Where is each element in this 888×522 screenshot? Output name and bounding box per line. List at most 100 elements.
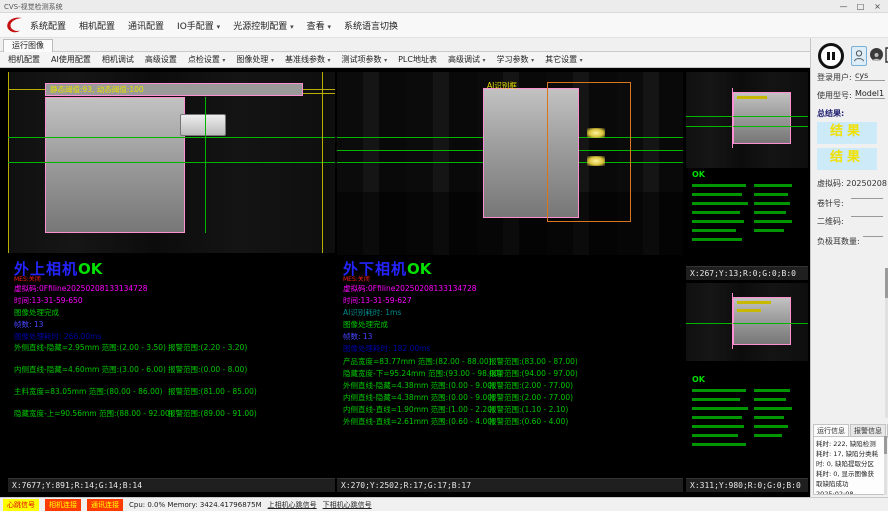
tool-baseline-params[interactable]: 基准线参数 ▾	[285, 54, 331, 65]
result-ok-label: OK	[407, 260, 431, 278]
overlay-line	[205, 97, 206, 233]
measure-row: 产品宽度=83.77mm 范围:(82.00 - 88.00)	[343, 356, 492, 367]
text-line	[692, 211, 740, 214]
camera-view-lower[interactable]: AI识别框 外下相机OK MES:关闭 虚拟码:0Ffiline20250208…	[337, 72, 683, 492]
overlay-line	[686, 126, 808, 127]
tool-test-params[interactable]: 测试项参数 ▾	[342, 54, 388, 65]
text-line	[692, 398, 740, 401]
overlay-line	[322, 72, 323, 253]
overlay-line	[300, 93, 335, 94]
tab-row: 运行图像	[0, 38, 888, 52]
alarm-range: 报警范围:(0.60 - 4.00)	[489, 416, 568, 427]
tool-camera-config[interactable]: 相机配置	[8, 54, 40, 65]
pause-icon	[827, 52, 830, 60]
camera-connect-badge: 相机连接	[45, 499, 81, 511]
highlight-spot	[587, 156, 605, 166]
text-line	[692, 229, 736, 232]
model-label: 使用型号:	[817, 90, 852, 101]
text-line	[692, 220, 744, 223]
text-line	[692, 389, 746, 392]
ai-box-label: AI识别框	[487, 80, 517, 91]
lower-camera-image[interactable]: AI识别框	[337, 72, 683, 255]
menu-io-config[interactable]: IO手配置 ▾	[177, 19, 220, 32]
measure-row: 外侧直线-隐藏=4.38mm 范围:(0.00 - 9.00)	[343, 380, 495, 391]
scrollbar-thumb[interactable]	[884, 436, 887, 454]
tool-advanced-debug[interactable]: 高级调试 ▾	[448, 54, 486, 65]
virtual-code: 虚拟码:0Ffiline20250208133134728	[343, 283, 477, 294]
menu-comm-config[interactable]: 通讯配置	[128, 19, 164, 32]
text-line	[754, 211, 786, 214]
menu-language-switch[interactable]: 系统语言切换	[344, 19, 398, 32]
result-ok-label: OK	[78, 260, 102, 278]
process-status: 图像处理完成	[14, 307, 59, 318]
text-line	[754, 229, 784, 232]
minimize-icon[interactable]: —	[835, 0, 852, 13]
result-badge-upper: 结果	[817, 122, 877, 144]
tool-other-settings[interactable]: 其它设置 ▾	[545, 54, 583, 65]
process-elapsed: 图像处理耗时: 182.00ms	[343, 343, 430, 354]
run-info-log[interactable]: 耗时: 222, 缺陷检测耗时: 17, 缺陷分类耗时: 0, 缺陷提取分区耗时…	[813, 436, 885, 495]
pixel-coords-readout: X:267;Y:13;R:0;G:0;B:0	[686, 266, 808, 280]
maximize-icon[interactable]: □	[852, 0, 869, 13]
alarm-range: 报警范围:(0.00 - 8.00)	[168, 364, 247, 375]
overlay-text-mark	[737, 309, 761, 312]
text-line	[692, 184, 746, 187]
user-avatar-button[interactable]	[870, 48, 883, 61]
text-line	[754, 407, 792, 410]
pause-icon	[832, 52, 835, 60]
text-line	[754, 202, 790, 205]
process-elapsed: 图像处理耗时: 266.00ms	[14, 331, 101, 342]
highlight-spot	[587, 128, 605, 138]
connector-part	[180, 114, 226, 136]
tab-run-image[interactable]: 运行图像	[3, 39, 53, 52]
overlay-line	[8, 137, 335, 138]
menu-camera-config[interactable]: 相机配置	[79, 19, 115, 32]
camera-view-upper[interactable]: 静态阈值:93, 动态阈值:100 外上相机OK MES:关闭 虚拟码:0Ffi…	[8, 72, 335, 492]
qr-code-value[interactable]	[851, 216, 883, 217]
needle-number-value[interactable]	[851, 198, 883, 199]
close-icon[interactable]: ×	[869, 0, 886, 13]
exit-door-icon	[884, 46, 888, 64]
app-window: CVS-视觉检测系统 — □ × 系统配置 相机配置 通讯配置 IO手配置 ▾ …	[0, 0, 888, 522]
login-user-value[interactable]: cys	[855, 71, 885, 81]
text-line	[754, 389, 790, 392]
upper-camera-image[interactable]: 静态阈值:93, 动态阈值:100	[8, 72, 335, 253]
camera-view-small-top[interactable]: OK X:267;Y:13;R:0;G:0;B:0	[686, 72, 808, 280]
needle-number-label: 卷针号:	[817, 198, 844, 209]
login-user-label: 登录用户:	[817, 72, 852, 83]
alarm-range: 报警范围:(2.20 - 3.20)	[168, 342, 247, 353]
alarm-range: 报警范围:(2.00 - 77.00)	[489, 392, 573, 403]
menu-system-config[interactable]: 系统配置	[30, 19, 66, 32]
text-line	[754, 220, 792, 223]
tool-camera-debug[interactable]: 相机调试	[102, 54, 134, 65]
user-login-button[interactable]	[851, 46, 867, 66]
text-line	[692, 425, 744, 428]
tool-ai-config[interactable]: AI使用配置	[51, 54, 91, 65]
log-scrollbar[interactable]	[884, 436, 887, 495]
tool-plc-address[interactable]: PLC地址表	[398, 54, 437, 65]
main-area: 静态阈值:93, 动态阈值:100 外上相机OK MES:关闭 虚拟码:0Ffi…	[0, 68, 888, 497]
overlay-line	[686, 116, 808, 117]
menu-view[interactable]: 查看 ▾	[307, 19, 331, 32]
menu-light-config[interactable]: 光源控制配置 ▾	[233, 19, 293, 32]
model-value[interactable]: Model1	[855, 89, 885, 99]
measure-row: 内侧直线-隐藏=4.38mm 范围:(0.00 - 9.00)	[343, 392, 495, 403]
logout-button[interactable]	[884, 46, 888, 64]
alarm-range: 报警范围:(2.00 - 77.00)	[489, 380, 573, 391]
small-bottom-image[interactable]	[686, 283, 808, 361]
tool-image-processing[interactable]: 图像处理 ▾	[236, 54, 274, 65]
menu-items: 系统配置 相机配置 通讯配置 IO手配置 ▾ 光源控制配置 ▾ 查看 ▾ 系统语…	[30, 13, 398, 38]
pixel-coords-readout: X:7677;Y:891;R:14;G:14;B:14	[8, 478, 335, 492]
pause-button[interactable]	[818, 43, 844, 69]
camera-view-small-bottom[interactable]: OK X:311;Y:980;R:0;G:0;B:0	[686, 283, 808, 492]
neg-tab-count-value[interactable]	[863, 236, 883, 237]
overlay-text-mark	[737, 301, 771, 304]
tool-advanced-settings[interactable]: 高级设置	[145, 54, 177, 65]
small-top-image[interactable]	[686, 72, 808, 168]
tool-spot-check[interactable]: 点检设置 ▾	[188, 54, 226, 65]
result-ok-label: OK	[692, 170, 705, 179]
overlay-text-mark	[737, 96, 767, 99]
product-region	[733, 92, 791, 144]
tool-learning-params[interactable]: 学习参数 ▾	[497, 54, 535, 65]
frame-count: 帧数: 13	[343, 331, 372, 342]
